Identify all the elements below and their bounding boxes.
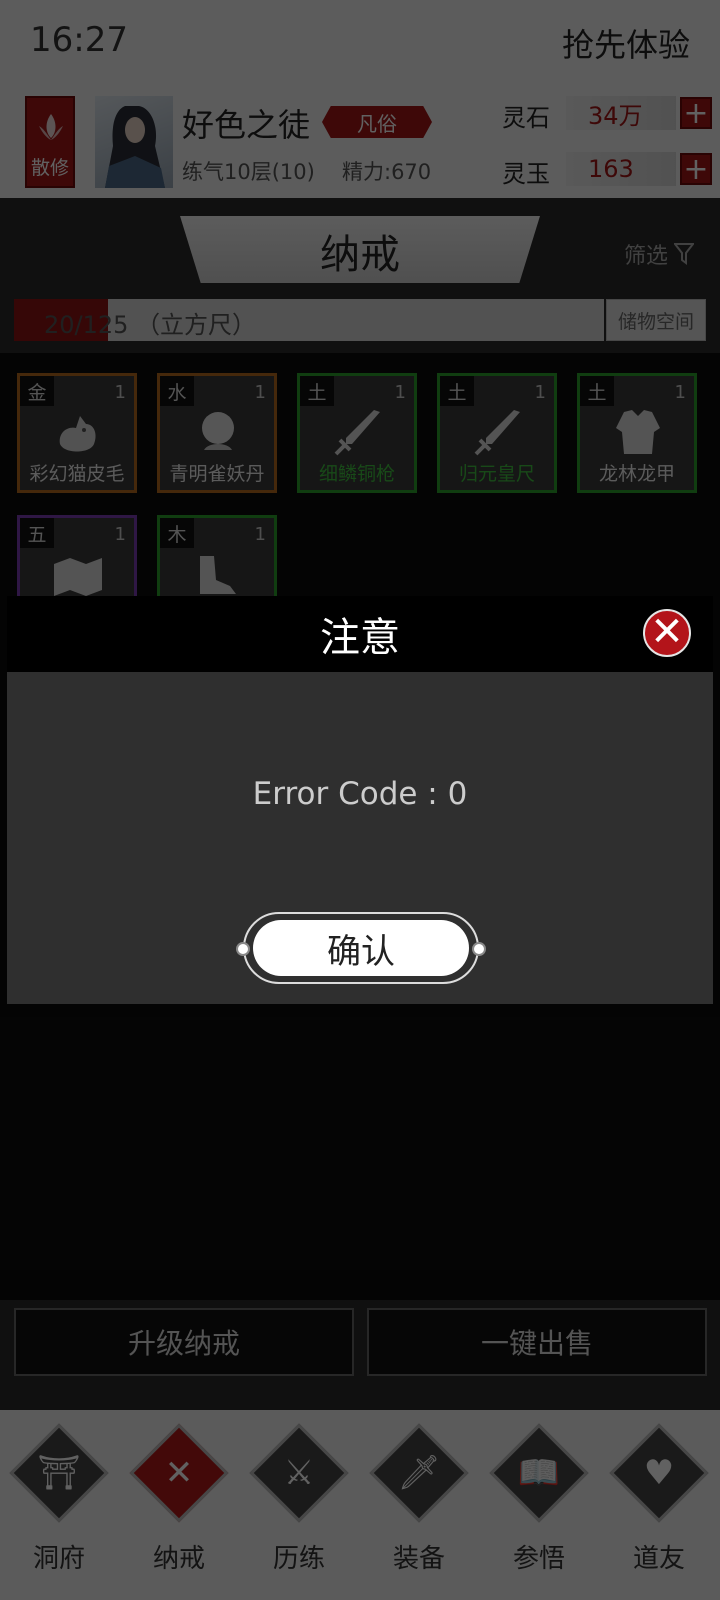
cultivation-level: 练气10层(10) <box>182 160 315 184</box>
item-count: 1 <box>254 382 266 403</box>
cat-fur-icon <box>59 416 96 452</box>
upgrade-ring-button[interactable]: 升级纳戒 <box>14 1308 354 1376</box>
nav-item-cave[interactable]: ⛩ 洞府 <box>4 1423 114 1588</box>
page-title-plate: 纳戒 <box>180 216 540 286</box>
inventory-slot[interactable]: 金 1 彩幻猫皮毛 <box>17 373 137 493</box>
lotus-icon <box>39 114 63 140</box>
element-tag: 木 <box>160 518 194 548</box>
page-title: 纳戒 <box>320 232 400 278</box>
item-name: 归元皇尺 <box>458 463 535 485</box>
element-tag: 五 <box>20 518 54 548</box>
filter-button[interactable]: 筛选 <box>624 238 694 270</box>
element-tag: 土 <box>580 376 614 406</box>
filter-label: 筛选 <box>623 244 668 269</box>
player-name: 好色之徒 <box>182 106 311 144</box>
confirm-button[interactable]: 确认 <box>253 920 469 976</box>
capacity-row: 20/125 （立方尺） 储物空间 <box>0 283 720 353</box>
nav-label: 洞府 <box>32 1544 85 1574</box>
spirit-stone-label: 灵石 <box>502 104 550 132</box>
item-count: 1 <box>114 382 126 403</box>
status-time: 16:27 <box>30 20 128 60</box>
avatar[interactable] <box>95 96 173 188</box>
element-tag: 土 <box>300 376 334 406</box>
item-name: 青明雀妖丹 <box>169 463 265 485</box>
player-header: 16:27 抢先体验 散修 好色之徒 凡俗 练气10层(10) 精力:670 灵… <box>0 0 720 198</box>
nav-label: 参悟 <box>512 1544 565 1574</box>
nav-item-ring[interactable]: ✕ 纳戒 <box>124 1423 234 1588</box>
armor-icon <box>616 410 660 454</box>
close-x-icon: ✕ <box>164 1453 194 1493</box>
capacity-text: 20/125 （立方尺） <box>44 311 257 339</box>
spirit-jade-label: 灵玉 <box>502 160 550 188</box>
capacity-bar: 20/125 （立方尺） <box>14 299 604 341</box>
orb-icon <box>202 412 234 450</box>
dialog-title: 注意 <box>320 615 400 661</box>
nav-item-friends[interactable]: ♥ 道友 <box>604 1423 714 1588</box>
early-access-label[interactable]: 抢先体验 <box>562 20 690 66</box>
inventory-slot[interactable]: 土 1 龙林龙甲 <box>577 373 697 493</box>
rank-badge: 凡俗 <box>322 106 432 138</box>
item-count: 1 <box>674 382 686 403</box>
item-count: 1 <box>114 524 126 545</box>
sect-label: 散修 <box>30 157 69 179</box>
storage-space-button[interactable]: 储物空间 <box>606 299 706 341</box>
close-icon: ✕ <box>650 609 684 655</box>
sect-badge[interactable]: 散修 <box>25 96 75 188</box>
nav-label: 历练 <box>272 1544 325 1574</box>
frame-dot <box>472 942 486 956</box>
item-count: 1 <box>394 382 406 403</box>
sword-icon <box>474 410 520 456</box>
nav-item-equipment[interactable]: 🗡 装备 <box>364 1423 474 1588</box>
spirit-stone-value: 34万 <box>566 96 676 130</box>
gate-icon: ⛩ <box>37 1453 81 1493</box>
nav-item-insight[interactable]: 📖 参悟 <box>484 1423 594 1588</box>
filter-icon <box>674 243 694 265</box>
action-bar: 升级纳戒 一键出售 <box>0 1300 720 1410</box>
sword-icon <box>334 410 380 456</box>
element-tag: 水 <box>160 376 194 406</box>
error-dialog: 注意 ✕ Error Code : 0 确认 <box>7 596 713 1004</box>
sell-all-button[interactable]: 一键出售 <box>367 1308 707 1376</box>
spirit-jade-value: 163 <box>566 152 676 186</box>
close-button[interactable]: ✕ <box>643 609 691 657</box>
title-bar: 纳戒 筛选 <box>0 198 720 286</box>
dialog-message: Error Code : 0 <box>252 776 468 812</box>
item-count: 1 <box>254 524 266 545</box>
inventory-slot[interactable]: 土 1 细鳞铜枪 <box>297 373 417 493</box>
item-name: 细鳞铜枪 <box>318 463 395 485</box>
nav-label: 道友 <box>632 1544 685 1574</box>
element-tag: 金 <box>20 376 54 406</box>
nav-label: 纳戒 <box>152 1544 205 1574</box>
boots-icon <box>200 556 236 594</box>
energy-value: 精力:670 <box>342 160 432 184</box>
inventory-slot[interactable]: 水 1 青明雀妖丹 <box>157 373 277 493</box>
nav-item-training[interactable]: ⚔ 历练 <box>244 1423 354 1588</box>
add-spirit-stone-button[interactable]: + <box>680 97 712 129</box>
confirm-button-frame: 确认 <box>236 912 486 984</box>
item-count: 1 <box>534 382 546 403</box>
item-name: 彩幻猫皮毛 <box>29 463 125 485</box>
dialog-header: 注意 ✕ <box>7 596 713 672</box>
book-icon: 📖 <box>517 1453 561 1493</box>
nav-label: 装备 <box>392 1544 445 1574</box>
item-name: 龙林龙甲 <box>598 463 675 485</box>
dagger-icon: 🗡 <box>397 1453 441 1493</box>
inventory-slot[interactable]: 土 1 归元皇尺 <box>437 373 557 493</box>
map-scroll-icon <box>54 558 102 596</box>
add-spirit-jade-button[interactable]: + <box>680 153 712 185</box>
crossed-swords-icon: ⚔ <box>283 1453 315 1493</box>
frame-dot <box>236 942 250 956</box>
handshake-icon: ♥ <box>643 1453 675 1493</box>
bottom-nav: ⛩ 洞府 ✕ 纳戒 ⚔ 历练 🗡 装备 📖 参悟 ♥ 道友 <box>0 1410 720 1600</box>
element-tag: 土 <box>440 376 474 406</box>
